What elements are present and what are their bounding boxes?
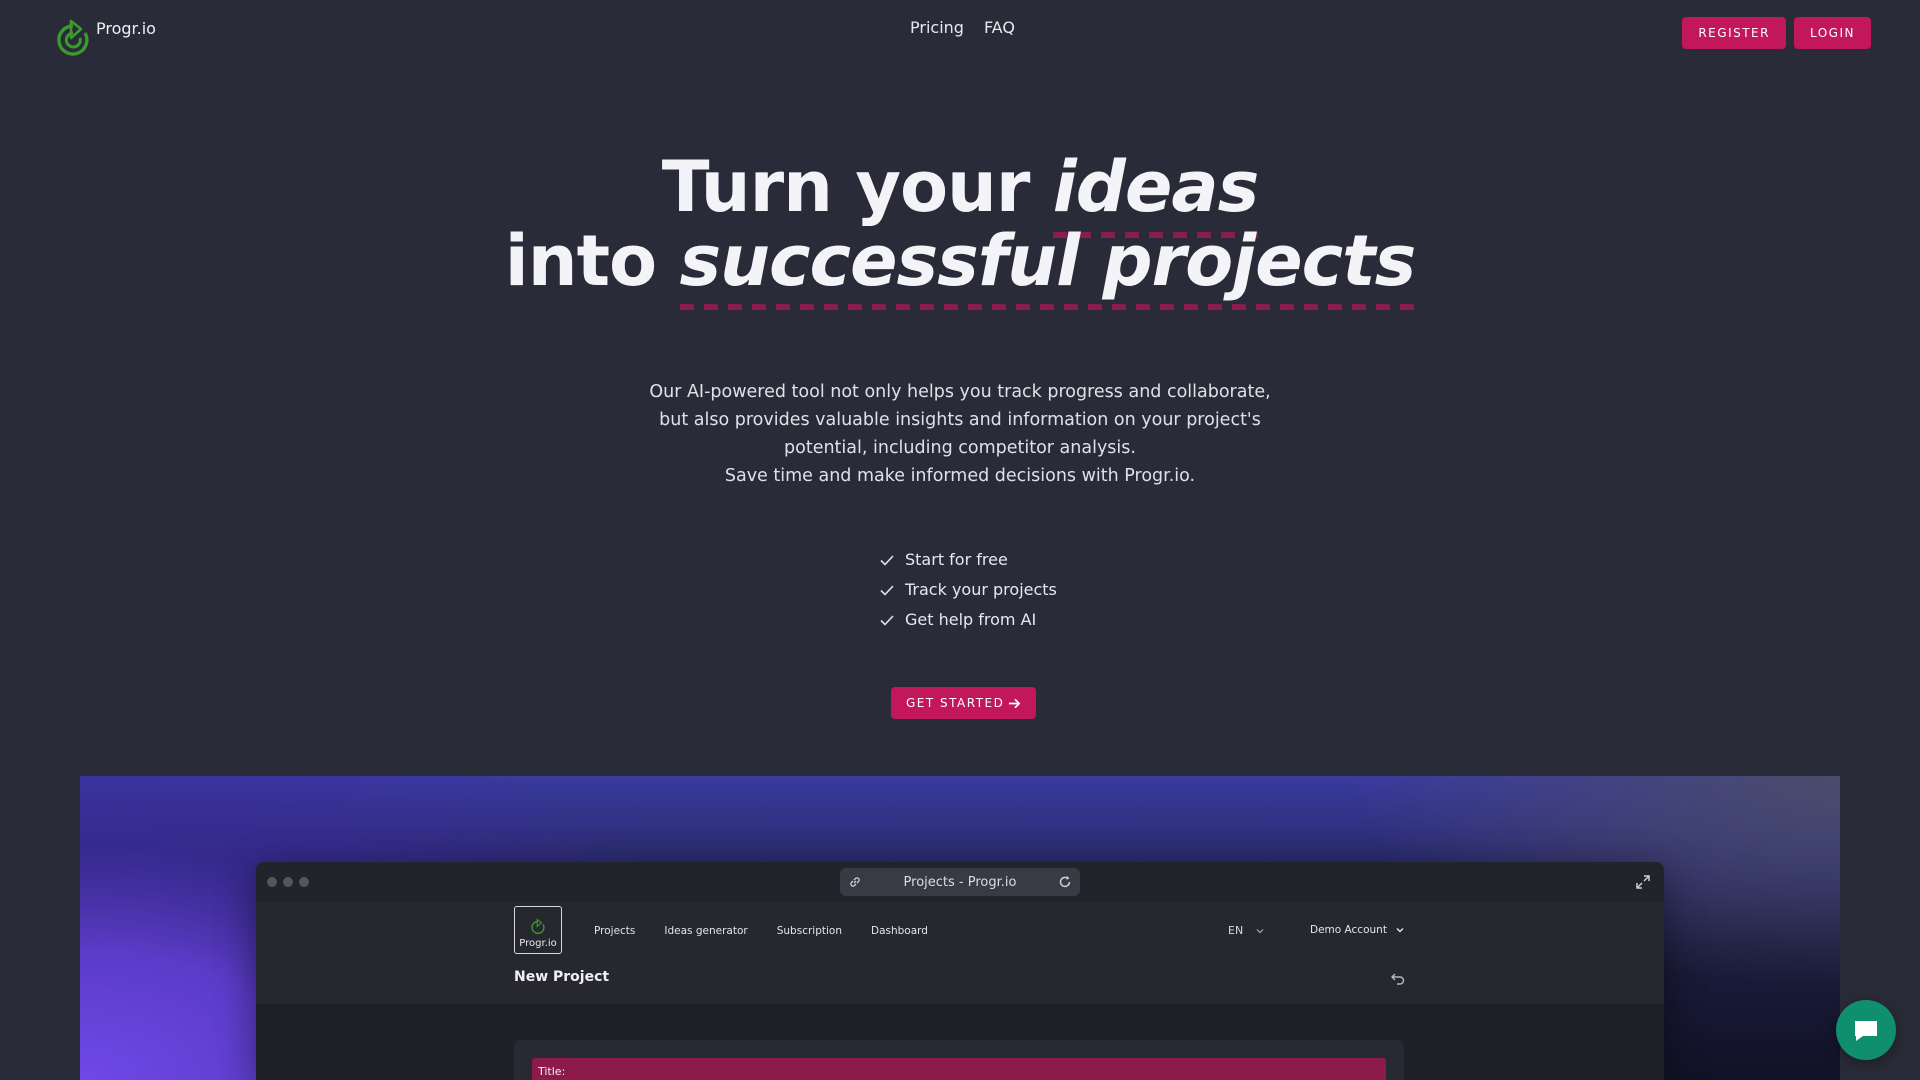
check-icon: [880, 615, 894, 626]
nav-pricing[interactable]: Pricing: [910, 18, 964, 37]
arrow-right-icon: [1009, 698, 1021, 708]
window-dot: [299, 877, 309, 887]
hero-line-1-plain: Turn your: [661, 146, 1053, 228]
brand-logo[interactable]: Progr.io: [54, 18, 156, 60]
app-nav-ideas-generator[interactable]: Ideas generator: [664, 925, 747, 937]
hero-italic-ideas: ideas: [1052, 146, 1259, 228]
language-value: EN: [1228, 924, 1244, 937]
check-label: Track your projects: [905, 580, 1057, 599]
undo-icon[interactable]: [1390, 970, 1406, 986]
page-title: New Project: [514, 969, 610, 985]
description-line: potential, including competitor analysis…: [784, 438, 1136, 458]
check-label: Start for free: [905, 550, 1008, 569]
app-brand: Progr.io: [519, 938, 557, 949]
app-logo[interactable]: Progr.io: [514, 906, 562, 954]
hero-line-2-plain: into: [504, 220, 680, 302]
description-line: but also provides valuable insights and …: [659, 410, 1261, 430]
check-item: Track your projects: [879, 575, 1057, 605]
project-form: Title:: [514, 1040, 1404, 1080]
app-preview-window: Projects - Progr.io Progr.io Projects Id…: [256, 862, 1664, 1080]
hero-title: Turn your ideas into successful projects: [0, 150, 1920, 310]
hero-line-2: into successful projects: [0, 224, 1920, 310]
dashed-underline: [679, 304, 1416, 310]
app-nav-dashboard[interactable]: Dashboard: [871, 925, 928, 937]
chat-icon: [1855, 1021, 1877, 1041]
app-nav-subscription[interactable]: Subscription: [777, 925, 842, 937]
top-nav: Pricing FAQ: [910, 18, 1015, 37]
link-icon: [850, 877, 860, 887]
auth-buttons: REGISTER LOGIN: [1682, 17, 1871, 49]
window-dot: [283, 877, 293, 887]
window-dot: [267, 877, 277, 887]
account-menu[interactable]: Demo Account: [1310, 924, 1405, 936]
header: Progr.io Pricing FAQ REGISTER LOGIN: [0, 0, 1920, 70]
hero-line-1: Turn your ideas: [0, 150, 1920, 238]
title-field[interactable]: Title:: [532, 1058, 1386, 1080]
brand-name: Progr.io: [96, 19, 156, 38]
reload-icon[interactable]: [1058, 875, 1072, 889]
description-line: Our AI-powered tool not only helps you t…: [649, 382, 1271, 402]
get-started-button[interactable]: GET STARTED: [891, 687, 1037, 719]
description-line: Save time and make informed decisions wi…: [724, 466, 1196, 486]
check-icon: [880, 555, 894, 566]
hero-highlight-projects: successful projects: [679, 224, 1416, 310]
chevron-down-icon: [1396, 928, 1404, 933]
check-item: Start for free: [879, 545, 1057, 575]
browser-bar: Projects - Progr.io: [256, 862, 1664, 902]
hero-italic-projects: successful projects: [679, 220, 1417, 302]
url-bar: Projects - Progr.io: [840, 868, 1080, 896]
get-started-label: GET STARTED: [906, 696, 1005, 710]
logo-icon: [531, 918, 545, 934]
hero-highlight-ideas: ideas: [1052, 150, 1259, 238]
chat-button[interactable]: [1836, 1000, 1896, 1060]
app-nav-links: Projects Ideas generator Subscription Da…: [594, 925, 928, 937]
nav-faq[interactable]: FAQ: [984, 18, 1015, 37]
app-nav-projects[interactable]: Projects: [594, 925, 635, 937]
check-label: Get help from AI: [905, 610, 1037, 629]
expand-icon[interactable]: [1636, 875, 1650, 889]
logo-icon: [57, 19, 89, 56]
title-field-label: Title:: [538, 1065, 566, 1078]
feature-checklist: Start for free Track your projects Get h…: [879, 545, 1057, 635]
chevron-down-icon: [1256, 928, 1264, 933]
language-select[interactable]: EN: [1228, 924, 1265, 937]
app-content: Title:: [256, 1004, 1664, 1080]
landing-page: Progr.io Pricing FAQ REGISTER LOGIN Turn…: [0, 0, 1920, 1080]
check-item: Get help from AI: [879, 605, 1057, 635]
check-icon: [880, 585, 894, 596]
url-title: Projects - Progr.io: [903, 874, 1017, 890]
window-controls: [267, 877, 309, 887]
login-button[interactable]: LOGIN: [1793, 17, 1871, 49]
register-button[interactable]: REGISTER: [1682, 17, 1786, 49]
hero-description: Our AI-powered tool not only helps you t…: [560, 378, 1360, 490]
account-name: Demo Account: [1310, 924, 1387, 936]
